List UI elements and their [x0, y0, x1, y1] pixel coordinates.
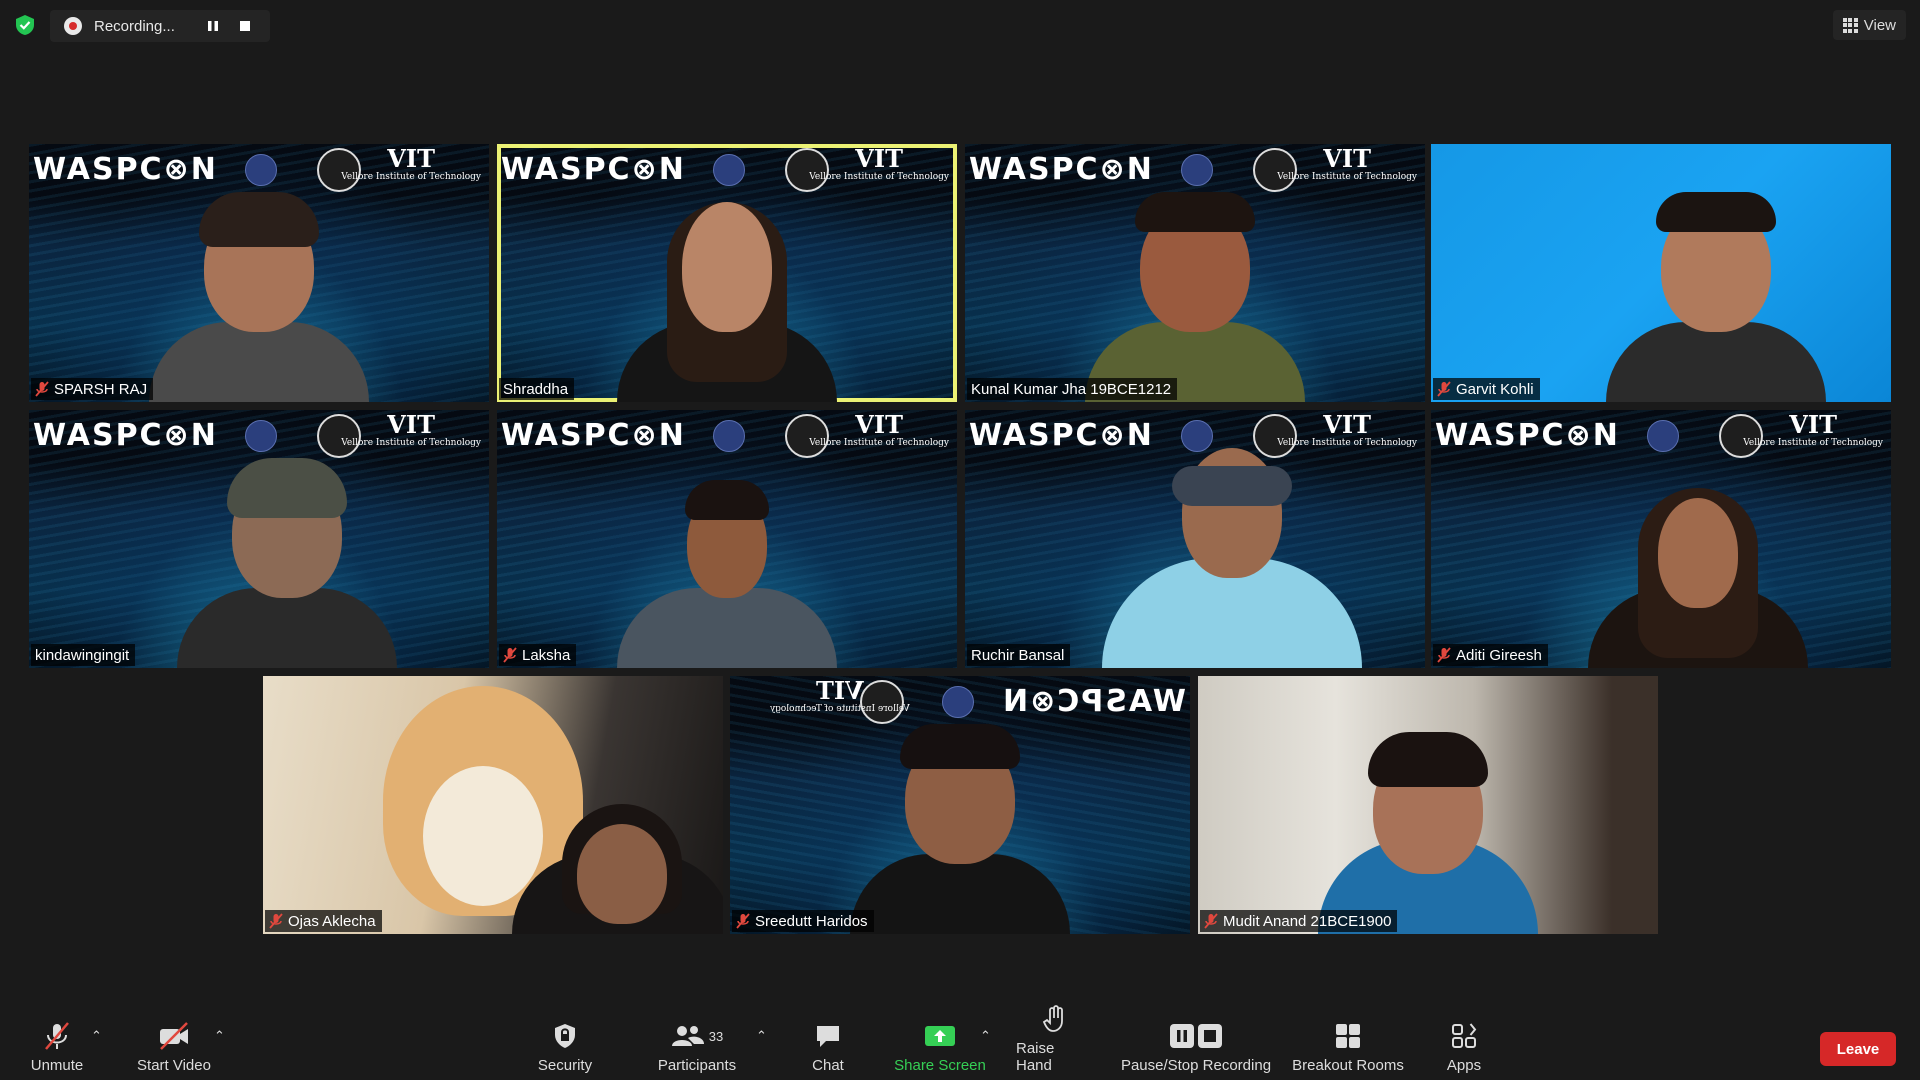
security-button[interactable]: Security [534, 1021, 596, 1074]
vit-logo: VIT Vellore Institute of Technology [809, 144, 949, 183]
unmute-label: Unmute [30, 1057, 84, 1074]
breakout-rooms-label: Breakout Rooms [1292, 1057, 1404, 1074]
participants-icon [671, 1026, 704, 1046]
recording-label: Recording... [94, 17, 175, 35]
video-tile-laksha[interactable]: WASPC⊗N VIT Vellore Institute of Technolo… [497, 410, 957, 668]
participant-video [149, 182, 369, 402]
chat-bubble-icon [817, 1026, 839, 1047]
grid-view-icon [1842, 17, 1858, 33]
participant-name-label: Ruchir Bansal [967, 644, 1071, 666]
chat-button[interactable]: Chat [808, 1021, 848, 1074]
participant-name-label: Mudit Anand 21BCE1900 [1200, 910, 1398, 932]
chat-label: Chat [812, 1057, 844, 1074]
stop-icon [240, 21, 250, 31]
vit-logo-mirrored: VIT Vellore Institute of Technology [770, 676, 910, 714]
raise-hand-label: Raise Hand [1016, 1040, 1055, 1074]
video-off-icon [160, 1022, 188, 1050]
video-tile-kindawingingit[interactable]: WASPC⊗N VIT Vellore Institute of Technolo… [29, 410, 489, 668]
participant-video [176, 448, 397, 668]
breakout-rooms-button[interactable]: Breakout Rooms [1292, 1021, 1404, 1074]
video-tile-aditi-gireesh[interactable]: WASPC⊗N VIT Vellore Institute of Technolo… [1431, 410, 1891, 668]
share-screen-icon [925, 1026, 955, 1046]
participant-video [617, 182, 837, 402]
video-tile-sreedutt-haridos[interactable]: WASPC⊗N VIT Vellore Institute of Technolo… [730, 676, 1190, 934]
leave-button[interactable]: Leave [1820, 1032, 1896, 1066]
pause-stop-recording-icon [1170, 1024, 1222, 1048]
vit-logo: VIT Vellore Institute of Technology [809, 410, 949, 449]
muted-microphone-icon [45, 1022, 69, 1050]
participant-name-label: Aditi Gireesh [1433, 644, 1548, 666]
muted-mic-icon [269, 913, 283, 929]
participant-name-label: Shraddha [499, 378, 575, 400]
pause-stop-recording-label: Pause/Stop Recording [1120, 1057, 1272, 1074]
vit-logo: VIT Vellore Institute of Technology [1277, 410, 1417, 449]
participant-name-label: Sreedutt Haridos [732, 910, 874, 932]
unmute-button[interactable]: Unmute [26, 1021, 88, 1074]
video-options-chevron-icon[interactable]: ⌃ [214, 1028, 225, 1044]
start-video-button[interactable]: Start Video [134, 1021, 214, 1074]
apps-icon [1452, 1023, 1477, 1048]
video-tile-ruchir-bansal[interactable]: WASPC⊗N VIT Vellore Institute of Technolo… [965, 410, 1425, 668]
video-tile-mudit-anand[interactable]: Mudit Anand 21BCE1900 [1198, 676, 1658, 934]
encryption-shield-icon[interactable] [14, 14, 36, 36]
security-shield-icon [555, 1024, 575, 1048]
view-button[interactable]: View [1832, 10, 1906, 40]
share-screen-button[interactable]: Share Screen [892, 1021, 988, 1074]
vit-logo: VIT Vellore Institute of Technology [341, 144, 481, 183]
muted-mic-icon [503, 647, 517, 663]
participant-video [1085, 182, 1305, 402]
share-screen-label: Share Screen [894, 1057, 986, 1074]
participant-name-label: Garvit Kohli [1433, 378, 1540, 400]
audio-options-chevron-icon[interactable]: ⌃ [91, 1028, 102, 1044]
video-tile-sparsh-raj[interactable]: WASPC⊗N VIT Vellore Institute of Technolo… [29, 144, 489, 402]
share-options-chevron-icon[interactable]: ⌃ [980, 1028, 991, 1044]
muted-mic-icon [35, 381, 49, 397]
recording-dot-icon [64, 17, 82, 35]
participant-video [1587, 448, 1808, 668]
participant-video [1318, 714, 1538, 934]
participants-label: Participants [657, 1057, 737, 1074]
pause-recording-button[interactable] [202, 15, 224, 37]
meeting-toolbar: Unmute ⌃ Start Video ⌃ Security 33 Parti… [0, 1000, 1920, 1080]
participant-video [511, 714, 723, 934]
stop-recording-button[interactable] [234, 15, 256, 37]
muted-mic-icon [1437, 647, 1451, 663]
apps-button[interactable]: Apps [1444, 1021, 1484, 1074]
apps-label: Apps [1446, 1057, 1482, 1074]
video-tile-shraddha[interactable]: WASPC⊗N VIT Vellore Institute of Technolo… [497, 144, 957, 402]
participant-name-label: Laksha [499, 644, 577, 666]
participant-name-label: kindawingingit [31, 644, 136, 666]
raise-hand-icon [1042, 1005, 1063, 1032]
video-tile-ojas-aklecha[interactable]: Ojas Aklecha [263, 676, 723, 934]
vit-logo: VIT Vellore Institute of Technology [1743, 410, 1883, 449]
muted-mic-icon [1204, 913, 1218, 929]
participant-video [1606, 182, 1827, 402]
pause-stop-recording-button[interactable]: Pause/Stop Recording [1120, 1021, 1272, 1074]
breakout-rooms-icon [1336, 1024, 1360, 1048]
participant-video [617, 448, 837, 668]
video-tile-garvit-kohli[interactable]: Garvit Kohli [1431, 144, 1891, 402]
muted-mic-icon [1437, 381, 1451, 397]
participant-video [1101, 448, 1362, 668]
participants-count: 33 [708, 1028, 724, 1044]
recording-indicator: Recording... [50, 10, 270, 42]
participants-options-chevron-icon[interactable]: ⌃ [756, 1028, 767, 1044]
vit-logo: VIT Vellore Institute of Technology [341, 410, 481, 449]
security-label: Security [537, 1057, 593, 1074]
participant-name-label: Ojas Aklecha [265, 910, 382, 932]
participants-button[interactable]: 33 Participants [654, 1021, 740, 1074]
participant-name-label: Kunal Kumar Jha 19BCE1212 [967, 378, 1178, 400]
start-video-label: Start Video [137, 1057, 211, 1074]
raise-hand-button[interactable]: Raise Hand [1016, 1004, 1094, 1074]
video-tile-kunal-kumar-jha[interactable]: WASPC⊗N VIT Vellore Institute of Technolo… [965, 144, 1425, 402]
participant-name-label: SPARSH RAJ [31, 378, 154, 400]
vit-logo: VIT Vellore Institute of Technology [1277, 144, 1417, 183]
muted-mic-icon [736, 913, 750, 929]
pause-icon [208, 21, 218, 31]
view-label: View [1863, 16, 1896, 34]
participant-video [850, 714, 1070, 934]
